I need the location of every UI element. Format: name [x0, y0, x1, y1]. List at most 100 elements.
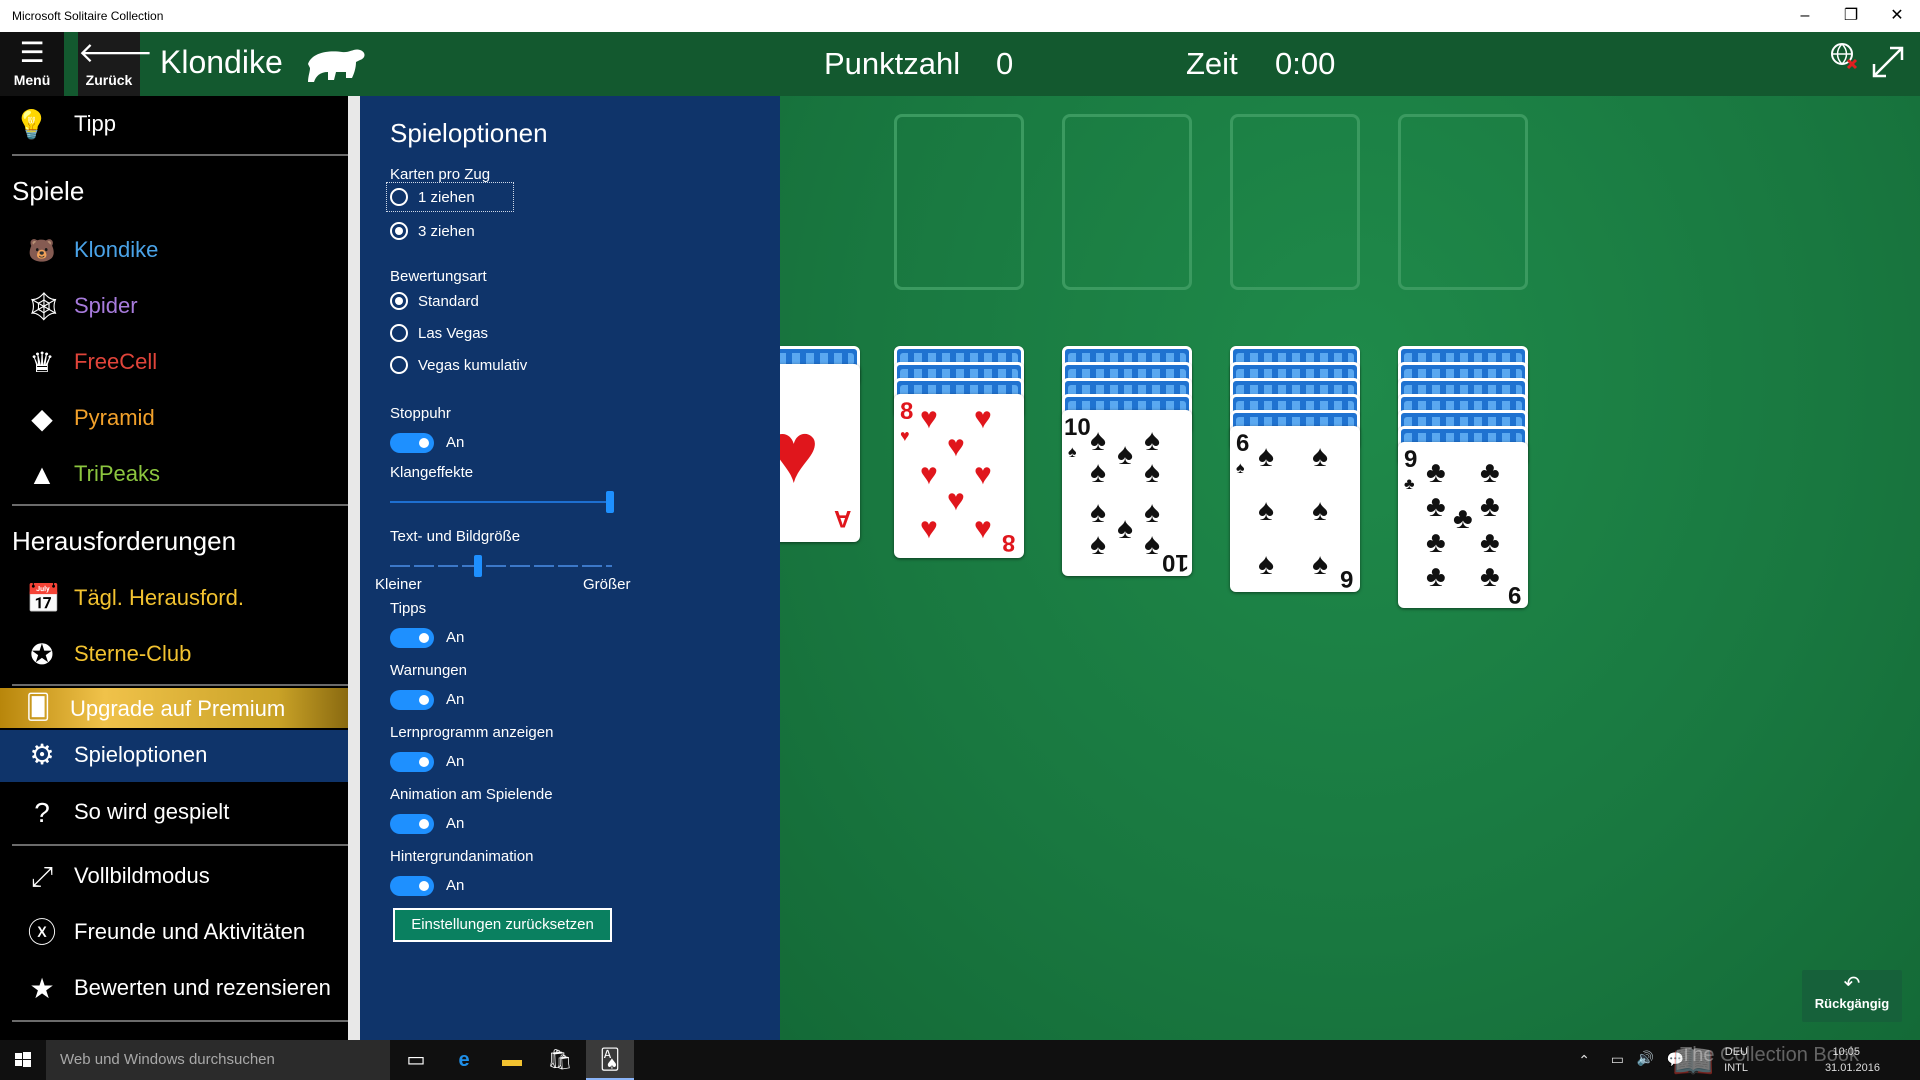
- radio-draw-1[interactable]: 1 ziehen: [386, 182, 514, 212]
- volume-icon[interactable]: 🔊: [1637, 1050, 1654, 1067]
- minimize-button[interactable]: –: [1782, 0, 1828, 32]
- network-icon[interactable]: ▭: [1611, 1051, 1624, 1068]
- tutorial-toggle[interactable]: [390, 752, 434, 772]
- tableau-card-ten-spades[interactable]: 10 ♠ ♠ ♠ ♠ ♠ ♠ ♠ ♠ ♠ ♠ ♠ 10: [1062, 410, 1192, 576]
- store-icon[interactable]: 🛍: [536, 1040, 584, 1080]
- spade-pip: ♠: [1090, 496, 1106, 529]
- menu-item-tripeaks[interactable]: ▲ TriPeaks: [0, 450, 348, 498]
- heart-pip: ♥: [920, 402, 938, 435]
- menu-item-hint-label: Tipp: [74, 111, 116, 136]
- spade-pip: ♠: [1258, 548, 1274, 581]
- club-pip: ♣: [1480, 526, 1500, 559]
- bg-animation-toggle[interactable]: [390, 876, 434, 896]
- radio-scoring-standard-label: Standard: [418, 293, 479, 310]
- club-pip: ♣: [1426, 526, 1446, 559]
- menu-separator: [12, 844, 348, 846]
- tips-toggle[interactable]: [390, 628, 434, 648]
- size-slider-thumb[interactable]: [474, 555, 482, 577]
- menu-item-freecell[interactable]: ♛ FreeCell: [0, 338, 348, 386]
- menu-separator: [12, 504, 348, 506]
- back-button[interactable]: 🡐 Zurück: [78, 32, 154, 96]
- arrow-left-icon: 🡐: [78, 37, 154, 68]
- game-header: ☰ Menü 🡐 Zurück Klondike Punktzahl 0 Zei…: [0, 32, 1920, 96]
- spade-suit-icon: ♠: [1236, 460, 1245, 477]
- size-label: Text- und Bildgröße: [390, 528, 521, 545]
- time-value: 0:00: [1275, 46, 1336, 81]
- radio-scoring-vegas-label: Las Vegas: [418, 325, 489, 342]
- solitaire-app-icon[interactable]: 🂡: [586, 1040, 634, 1080]
- foundation-slot[interactable]: [1062, 114, 1192, 290]
- menu-button[interactable]: ☰ Menü: [0, 32, 64, 96]
- end-animation-toggle[interactable]: [390, 814, 434, 834]
- foundation-slot[interactable]: [1398, 114, 1528, 290]
- tips-state: An: [446, 629, 465, 646]
- menu-item-spider-label: Spider: [74, 293, 138, 318]
- card-rank: 8: [1002, 529, 1016, 556]
- menu-item-daily-challenge[interactable]: 📅 Tägl. Herausford.: [0, 574, 348, 622]
- menu-item-hint[interactable]: 💡 Tipp: [0, 100, 348, 148]
- file-explorer-icon[interactable]: ▬: [488, 1040, 536, 1080]
- club-pip: ♣: [1480, 456, 1500, 489]
- taskbar: Web und Windows durchsuchen ▭ e ▬ 🛍 🂡 ⌃ …: [0, 1040, 1920, 1080]
- bear-icon: 🐻: [28, 238, 56, 263]
- heart-pip: ♥: [974, 512, 992, 545]
- menu-item-pyramid-label: Pyramid: [74, 405, 155, 430]
- menu-item-fullscreen[interactable]: ⤢ Vollbildmodus: [0, 852, 348, 900]
- edge-browser-icon[interactable]: e: [440, 1040, 488, 1080]
- expand-icon[interactable]: [1870, 44, 1906, 80]
- xbox-icon: ⓧ: [27, 917, 56, 948]
- club-pip: ♣: [1480, 560, 1500, 593]
- sound-slider-track[interactable]: [390, 501, 612, 503]
- radio-circle: [390, 324, 408, 342]
- sound-label: Klangeffekte: [390, 464, 474, 481]
- draw-count-label: Karten pro Zug: [390, 166, 491, 183]
- globe-offline-icon[interactable]: [1830, 42, 1858, 70]
- heart-suit-icon: ♥: [900, 428, 910, 445]
- menu-item-howto[interactable]: ? So wird gespielt: [0, 788, 348, 836]
- task-view-icon[interactable]: ▭: [392, 1040, 440, 1080]
- menu-separator: [12, 154, 348, 156]
- spade-pip: ♠: [1117, 438, 1133, 471]
- radio-draw-3-label: 3 ziehen: [418, 223, 475, 240]
- sound-slider-thumb[interactable]: [606, 491, 614, 513]
- tableau-card-nine-clubs[interactable]: 9 ♣ ♣ ♣ ♣ ♣ ♣ ♣ ♣ ♣ ♣ 9: [1398, 442, 1528, 608]
- menu-item-options[interactable]: ⚙ Spieloptionen: [0, 730, 348, 782]
- close-button[interactable]: ✕: [1874, 0, 1920, 32]
- restore-button[interactable]: ❐: [1828, 0, 1874, 32]
- tableau-card-eight-hearts[interactable]: 8 ♥ ♥ ♥ ♥ ♥ ♥ ♥ ♥ ♥ 8: [894, 394, 1024, 558]
- time-label: Zeit: [1186, 46, 1238, 81]
- game-board: ♥ A 8 ♥ ♥ ♥ ♥ ♥ ♥ ♥ ♥ ♥ 8 10 ♠ ♠ ♠ ♠ ♠ ♠…: [780, 96, 1920, 1040]
- menu-item-klondike[interactable]: 🐻 Klondike: [0, 226, 348, 274]
- foundation-slot[interactable]: [1230, 114, 1360, 290]
- menu-item-premium[interactable]: 🂠 Upgrade auf Premium: [0, 688, 348, 728]
- warnings-toggle[interactable]: [390, 690, 434, 710]
- radio-circle-selected: [390, 292, 408, 310]
- windows-start-icon[interactable]: [0, 1040, 46, 1080]
- heart-pip: ♥: [974, 458, 992, 491]
- side-menu: 💡 Tipp Spiele 🐻 Klondike 🕸 Spider ♛ Free…: [0, 96, 348, 1040]
- radio-circle: [390, 188, 408, 206]
- spade-pip: ♠: [1144, 456, 1160, 489]
- size-slider-track[interactable]: [390, 565, 612, 567]
- stopwatch-toggle[interactable]: [390, 433, 434, 453]
- menu-item-friends[interactable]: ⓧ Freunde und Aktivitäten: [0, 908, 348, 956]
- title-bar: Microsoft Solitaire Collection – ❐ ✕: [0, 0, 1920, 32]
- taskbar-search-input[interactable]: Web und Windows durchsuchen: [46, 1040, 390, 1080]
- tray-up-icon[interactable]: ⌃: [1578, 1052, 1590, 1069]
- radio-scoring-cumulative-label: Vegas kumulativ: [418, 357, 528, 374]
- undo-button[interactable]: ↶ Rückgängig: [1802, 970, 1902, 1022]
- card-rank: 6: [1340, 565, 1354, 592]
- foundation-slot[interactable]: [894, 114, 1024, 290]
- reset-settings-button[interactable]: Einstellungen zurücksetzen: [393, 908, 612, 942]
- tableau-card-ace-hearts[interactable]: ♥ A: [780, 364, 860, 542]
- menu-scrollbar[interactable]: [348, 96, 360, 1040]
- menu-item-rate[interactable]: ★ Bewerten und rezensieren: [0, 964, 348, 1012]
- spider-icon: 🕸: [26, 291, 62, 322]
- club-pip: ♣: [1426, 560, 1446, 593]
- menu-item-pyramid[interactable]: ◆ Pyramid: [0, 394, 348, 442]
- tableau-card-six-spades[interactable]: 6 ♠ ♠ ♠ ♠ ♠ ♠ ♠ 6: [1230, 426, 1360, 592]
- menu-item-star-club-label: Sterne-Club: [74, 641, 192, 666]
- menu-item-spider[interactable]: 🕸 Spider: [0, 282, 348, 330]
- menu-item-star-club[interactable]: ✪ Sterne-Club: [0, 630, 348, 678]
- crown-icon: ♛: [29, 347, 55, 378]
